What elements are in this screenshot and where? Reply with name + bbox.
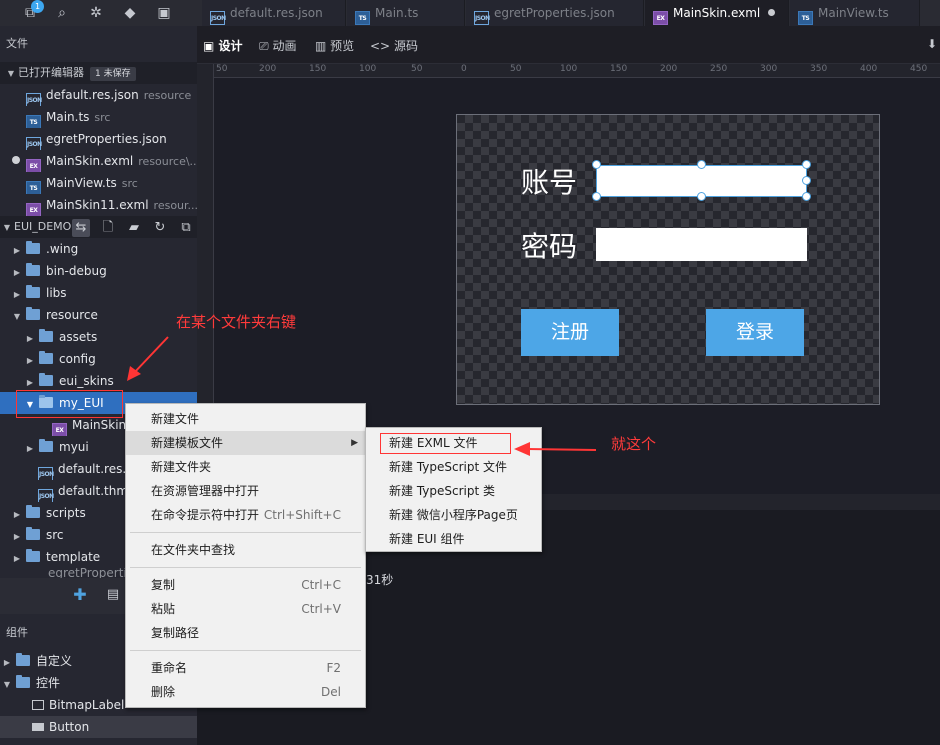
annotation-arrows: [127, 336, 597, 456]
annotation-arrowhead: [514, 442, 530, 456]
annotation-arrow-line: [526, 448, 597, 451]
annotation-arrow-line: [132, 336, 169, 375]
